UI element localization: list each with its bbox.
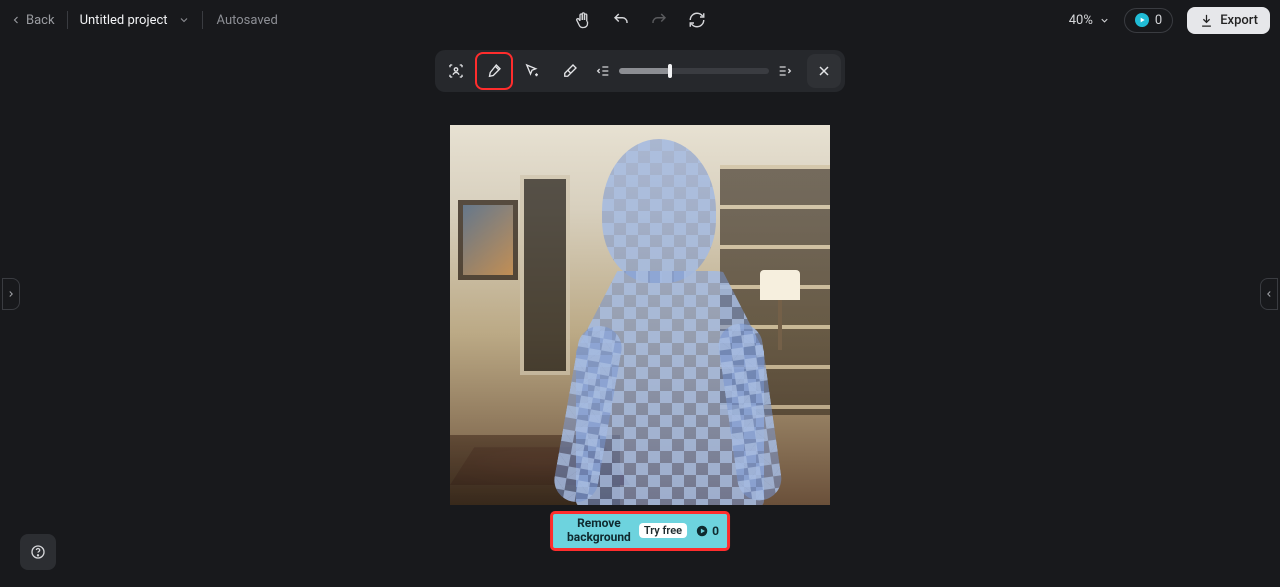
zoom-value: 40% xyxy=(1069,13,1093,28)
project-name-dropdown[interactable]: Untitled project xyxy=(80,13,190,28)
remove-bg-label: Remove background xyxy=(567,517,631,545)
dedent-icon xyxy=(595,63,611,79)
hand-icon xyxy=(574,11,592,29)
pan-hand-button[interactable] xyxy=(573,10,593,30)
autosave-status: Autosaved xyxy=(217,13,278,28)
cursor-sparkle-icon xyxy=(523,62,541,80)
back-label: Back xyxy=(26,13,55,28)
scene-door xyxy=(520,175,570,375)
credit-coin-icon xyxy=(1135,13,1149,27)
brush-toolbar xyxy=(435,50,845,92)
slider-fill xyxy=(619,68,670,74)
refresh-icon xyxy=(688,11,706,29)
undo-button[interactable] xyxy=(611,10,631,30)
remove-background-button[interactable]: Remove background Try free 0 xyxy=(550,511,730,551)
person-focus-icon xyxy=(447,62,465,80)
help-button[interactable] xyxy=(20,534,56,570)
credit-coin-icon xyxy=(695,524,709,538)
chevron-left-icon xyxy=(10,14,22,26)
divider xyxy=(67,11,68,29)
scene-lamp xyxy=(760,270,800,350)
credits-pill[interactable]: 0 xyxy=(1124,8,1173,33)
left-panel-toggle[interactable] xyxy=(2,278,20,310)
divider xyxy=(202,11,203,29)
brush-size-slider[interactable] xyxy=(619,68,769,74)
undo-icon xyxy=(612,11,630,29)
tool-auto-select[interactable] xyxy=(439,54,473,88)
mask-overlay-head xyxy=(602,139,716,283)
close-toolbar-button[interactable] xyxy=(807,54,841,88)
download-icon xyxy=(1199,13,1214,28)
chevron-right-icon xyxy=(6,289,16,299)
project-name: Untitled project xyxy=(80,13,168,28)
chevron-down-icon xyxy=(1099,15,1110,26)
tool-magic-select[interactable] xyxy=(515,54,549,88)
reset-button[interactable] xyxy=(687,10,707,30)
tool-brush[interactable] xyxy=(477,54,511,88)
chevron-left-icon xyxy=(1264,289,1274,299)
back-button[interactable]: Back xyxy=(10,13,55,28)
export-button[interactable]: Export xyxy=(1187,7,1270,34)
help-icon xyxy=(30,544,46,560)
try-free-badge: Try free xyxy=(639,523,687,538)
zoom-dropdown[interactable]: 40% xyxy=(1069,13,1110,28)
chevron-down-icon xyxy=(178,14,190,26)
close-icon xyxy=(816,63,832,79)
right-panel-toggle[interactable] xyxy=(1260,278,1278,310)
export-label: Export xyxy=(1220,13,1258,28)
indent-icon xyxy=(777,63,793,79)
cost-indicator: 0 xyxy=(695,524,719,538)
credits-value: 0 xyxy=(1155,13,1162,28)
eraser-icon xyxy=(561,62,579,80)
tool-eraser[interactable] xyxy=(553,54,587,88)
brush-icon xyxy=(485,62,503,80)
redo-icon xyxy=(650,11,668,29)
canvas[interactable] xyxy=(450,125,830,505)
scene-painting xyxy=(458,200,518,280)
slider-thumb[interactable] xyxy=(668,64,672,78)
redo-button[interactable] xyxy=(649,10,669,30)
